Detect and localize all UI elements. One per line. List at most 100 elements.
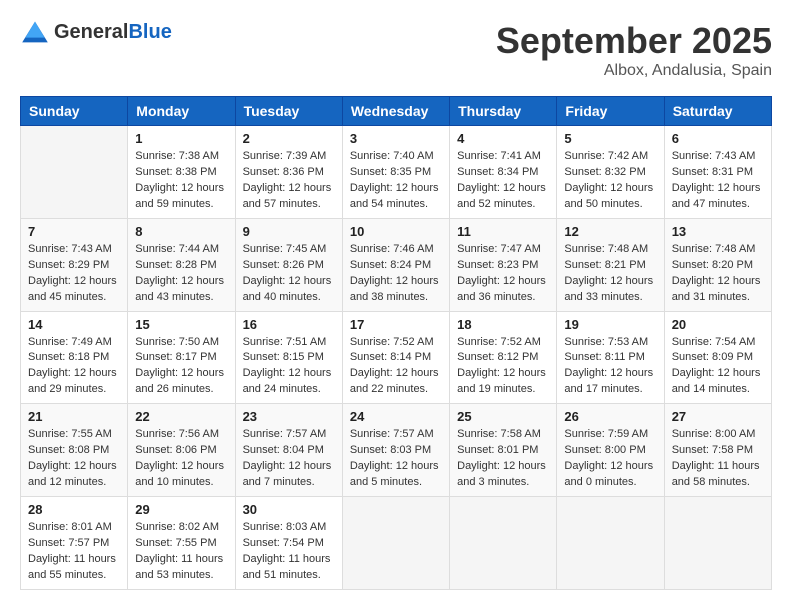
calendar-week-row: 14 Sunrise: 7:49 AM Sunset: 8:18 PM Dayli… [21,311,772,404]
calendar-cell: 15 Sunrise: 7:50 AM Sunset: 8:17 PM Dayli… [128,311,235,404]
day-number: 15 [135,317,227,332]
calendar-cell: 27 Sunrise: 8:00 AM Sunset: 7:58 PM Dayli… [664,404,771,497]
day-number: 19 [564,317,656,332]
day-header-sunday: Sunday [21,97,128,126]
calendar-cell: 23 Sunrise: 7:57 AM Sunset: 8:04 PM Dayli… [235,404,342,497]
calendar-cell: 18 Sunrise: 7:52 AM Sunset: 8:12 PM Dayli… [450,311,557,404]
day-info: Sunrise: 7:49 AM Sunset: 8:18 PM Dayligh… [28,335,120,399]
day-number: 1 [135,131,227,146]
day-info: Sunrise: 7:52 AM Sunset: 8:12 PM Dayligh… [457,335,549,399]
day-header-monday: Monday [128,97,235,126]
logo-icon [20,20,50,44]
day-number: 18 [457,317,549,332]
day-info: Sunrise: 7:51 AM Sunset: 8:15 PM Dayligh… [243,335,335,399]
calendar-cell: 2 Sunrise: 7:39 AM Sunset: 8:36 PM Daylig… [235,126,342,219]
day-info: Sunrise: 7:58 AM Sunset: 8:01 PM Dayligh… [457,427,549,491]
title-area: September 2025 Albox, Andalusia, Spain [496,20,772,80]
calendar-cell [557,497,664,590]
day-info: Sunrise: 7:55 AM Sunset: 8:08 PM Dayligh… [28,427,120,491]
day-info: Sunrise: 7:38 AM Sunset: 8:38 PM Dayligh… [135,149,227,213]
day-number: 23 [243,409,335,424]
logo-general: General [54,21,128,43]
day-header-saturday: Saturday [664,97,771,126]
day-number: 24 [350,409,442,424]
day-info: Sunrise: 7:47 AM Sunset: 8:23 PM Dayligh… [457,242,549,306]
calendar-cell: 6 Sunrise: 7:43 AM Sunset: 8:31 PM Daylig… [664,126,771,219]
location: Albox, Andalusia, Spain [496,62,772,80]
day-info: Sunrise: 7:44 AM Sunset: 8:28 PM Dayligh… [135,242,227,306]
day-number: 14 [28,317,120,332]
calendar-cell [450,497,557,590]
day-info: Sunrise: 7:43 AM Sunset: 8:31 PM Dayligh… [672,149,764,213]
day-number: 27 [672,409,764,424]
month-title: September 2025 [496,20,772,62]
calendar-cell [664,497,771,590]
day-number: 16 [243,317,335,332]
day-info: Sunrise: 8:00 AM Sunset: 7:58 PM Dayligh… [672,427,764,491]
calendar-cell: 12Sunrise: 7:48 AM Sunset: 8:21 PM Dayli… [557,218,664,311]
day-info: Sunrise: 7:45 AM Sunset: 8:26 PM Dayligh… [243,242,335,306]
day-info: Sunrise: 7:43 AM Sunset: 8:29 PM Dayligh… [28,242,120,306]
day-info: Sunrise: 7:54 AM Sunset: 8:09 PM Dayligh… [672,335,764,399]
day-number: 2 [243,131,335,146]
day-info: Sunrise: 7:57 AM Sunset: 8:03 PM Dayligh… [350,427,442,491]
day-number: 8 [135,224,227,239]
day-number: 21 [28,409,120,424]
day-info: Sunrise: 7:57 AM Sunset: 8:04 PM Dayligh… [243,427,335,491]
calendar-cell: 4 Sunrise: 7:41 AM Sunset: 8:34 PM Daylig… [450,126,557,219]
calendar-cell: 28 Sunrise: 8:01 AM Sunset: 7:57 PM Dayli… [21,497,128,590]
day-info: Sunrise: 7:46 AM Sunset: 8:24 PM Dayligh… [350,242,442,306]
day-number: 3 [350,131,442,146]
day-info: Sunrise: 7:40 AM Sunset: 8:35 PM Dayligh… [350,149,442,213]
day-number: 9 [243,224,335,239]
day-number: 10 [350,224,442,239]
calendar-cell: 25 Sunrise: 7:58 AM Sunset: 8:01 PM Dayli… [450,404,557,497]
calendar-cell: 24 Sunrise: 7:57 AM Sunset: 8:03 PM Dayli… [342,404,449,497]
calendar-cell: 3 Sunrise: 7:40 AM Sunset: 8:35 PM Daylig… [342,126,449,219]
calendar-table: SundayMondayTuesdayWednesdayThursdayFrid… [20,96,772,590]
calendar-week-row: 7Sunrise: 7:43 AM Sunset: 8:29 PM Daylig… [21,218,772,311]
calendar-header-row: SundayMondayTuesdayWednesdayThursdayFrid… [21,97,772,126]
calendar-week-row: 1 Sunrise: 7:38 AM Sunset: 8:38 PM Daylig… [21,126,772,219]
day-header-tuesday: Tuesday [235,97,342,126]
day-info: Sunrise: 7:59 AM Sunset: 8:00 PM Dayligh… [564,427,656,491]
calendar-cell: 21 Sunrise: 7:55 AM Sunset: 8:08 PM Dayli… [21,404,128,497]
logo-blue: Blue [128,21,171,43]
day-number: 30 [243,502,335,517]
calendar-cell: 1 Sunrise: 7:38 AM Sunset: 8:38 PM Daylig… [128,126,235,219]
day-header-wednesday: Wednesday [342,97,449,126]
day-number: 28 [28,502,120,517]
calendar-cell [342,497,449,590]
day-number: 11 [457,224,549,239]
day-header-thursday: Thursday [450,97,557,126]
calendar-cell: 22Sunrise: 7:56 AM Sunset: 8:06 PM Dayli… [128,404,235,497]
calendar-cell: 17Sunrise: 7:52 AM Sunset: 8:14 PM Dayli… [342,311,449,404]
calendar-cell: 13Sunrise: 7:48 AM Sunset: 8:20 PM Dayli… [664,218,771,311]
day-info: Sunrise: 7:48 AM Sunset: 8:21 PM Dayligh… [564,242,656,306]
day-number: 4 [457,131,549,146]
day-info: Sunrise: 7:50 AM Sunset: 8:17 PM Dayligh… [135,335,227,399]
calendar-cell: 16 Sunrise: 7:51 AM Sunset: 8:15 PM Dayli… [235,311,342,404]
day-number: 17 [350,317,442,332]
day-info: Sunrise: 8:01 AM Sunset: 7:57 PM Dayligh… [28,520,120,584]
calendar-cell: 11 Sunrise: 7:47 AM Sunset: 8:23 PM Dayli… [450,218,557,311]
page-header: GeneralBlue September 2025 Albox, Andalu… [20,20,772,80]
calendar-cell: 29Sunrise: 8:02 AM Sunset: 7:55 PM Dayli… [128,497,235,590]
day-info: Sunrise: 7:39 AM Sunset: 8:36 PM Dayligh… [243,149,335,213]
day-number: 5 [564,131,656,146]
day-info: Sunrise: 7:41 AM Sunset: 8:34 PM Dayligh… [457,149,549,213]
calendar-cell: 30Sunrise: 8:03 AM Sunset: 7:54 PM Dayli… [235,497,342,590]
calendar-week-row: 28 Sunrise: 8:01 AM Sunset: 7:57 PM Dayli… [21,497,772,590]
calendar-cell [21,126,128,219]
calendar-cell: 8 Sunrise: 7:44 AM Sunset: 8:28 PM Daylig… [128,218,235,311]
calendar-cell: 9 Sunrise: 7:45 AM Sunset: 8:26 PM Daylig… [235,218,342,311]
logo: GeneralBlue [20,20,172,44]
calendar-cell: 26Sunrise: 7:59 AM Sunset: 8:00 PM Dayli… [557,404,664,497]
day-number: 25 [457,409,549,424]
day-number: 22 [135,409,227,424]
day-info: Sunrise: 7:48 AM Sunset: 8:20 PM Dayligh… [672,242,764,306]
day-number: 29 [135,502,227,517]
calendar-cell: 14 Sunrise: 7:49 AM Sunset: 8:18 PM Dayli… [21,311,128,404]
calendar-cell: 20Sunrise: 7:54 AM Sunset: 8:09 PM Dayli… [664,311,771,404]
day-number: 6 [672,131,764,146]
